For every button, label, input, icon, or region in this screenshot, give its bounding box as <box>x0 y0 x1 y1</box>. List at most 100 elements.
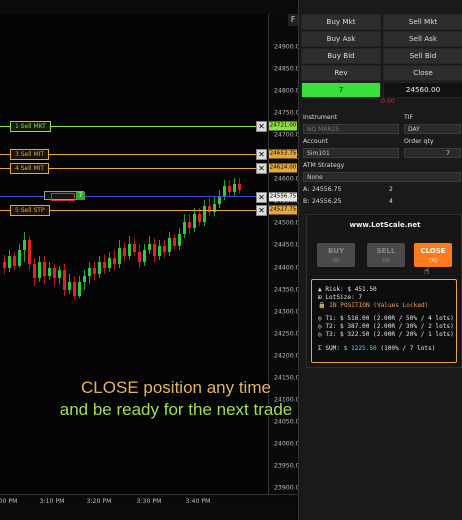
candle-body <box>223 186 226 196</box>
sell-ask-button[interactable]: Sell Ask <box>383 31 462 47</box>
caption-line-1: CLOSE position any time <box>81 378 271 397</box>
candle-body <box>33 264 36 278</box>
candle-body <box>73 282 76 296</box>
candle-body <box>218 196 221 204</box>
ask-label: A: <box>303 186 310 193</box>
price-chart[interactable] <box>0 14 268 494</box>
target-3: T3: $ 322.50 (2.00R / 20% / 1 lots) <box>325 331 454 338</box>
candle-body <box>38 262 41 278</box>
order-tag-sell-mkt[interactable]: 1 Sell MKT <box>10 121 51 132</box>
mouse-cursor-icon: ☝ <box>424 267 430 277</box>
order-price-tag: 24527.75 <box>269 205 297 215</box>
candle-body <box>108 258 111 268</box>
account-select[interactable]: Sim101 <box>303 148 399 158</box>
lotscale-close-button[interactable]: CLOSE (X) <box>414 243 452 267</box>
sum-icon: Σ <box>318 345 322 352</box>
position-pnl-box <box>51 193 75 201</box>
candle-body <box>188 222 191 228</box>
cancel-order-icon[interactable]: ✕ <box>256 163 267 174</box>
unrealized-pnl: 0.00 <box>381 98 395 105</box>
candle-body <box>153 244 156 256</box>
candle-body <box>58 270 61 278</box>
candle-body <box>3 262 6 268</box>
candle-body <box>98 262 101 274</box>
order-tag-sell-stp[interactable]: 5 Sell STP <box>10 205 50 216</box>
candle-body <box>133 244 136 252</box>
reverse-button[interactable]: Rev <box>301 65 381 81</box>
candle-body <box>238 184 241 190</box>
sum-label: SUM: <box>325 345 341 352</box>
candle-body <box>198 214 201 222</box>
candle-body <box>28 240 31 264</box>
buy-ask-button[interactable]: Buy Ask <box>301 31 381 47</box>
candle-body <box>113 258 116 264</box>
order-qty-label: Order qty <box>404 138 434 145</box>
time-tick-label: 3:10 PM <box>39 498 65 505</box>
candle-body <box>138 252 141 262</box>
candle-body <box>158 246 161 256</box>
lotsize-icon: ⊞ <box>318 294 322 301</box>
account-label: Account <box>303 138 328 145</box>
candle-body <box>178 234 181 246</box>
sum-detail: (100% / 7 lots) <box>380 345 436 352</box>
time-axis[interactable]: 3:00 PM 3:10 PM 3:20 PM 3:30 PM 3:40 PM <box>0 494 298 511</box>
close-position-icon[interactable]: ✕ <box>256 192 267 203</box>
buy-bid-button[interactable]: Buy Bid <box>301 48 381 64</box>
time-tick-label: 3:40 PM <box>185 498 211 505</box>
sell-mkt-button[interactable]: Sell Mkt <box>383 14 462 30</box>
sell-bid-button[interactable]: Sell Bid <box>383 48 462 64</box>
buy-button-label: BUY <box>327 247 345 255</box>
tif-select[interactable]: DAY <box>404 124 461 134</box>
candle-body <box>118 248 121 264</box>
candle-body <box>78 282 81 296</box>
close-button-shortcut: (X) <box>428 258 438 264</box>
tif-label: TIF <box>404 114 414 121</box>
candle-body <box>8 256 11 268</box>
candle-body <box>103 262 106 268</box>
candle-body <box>208 206 211 212</box>
close-button-label: CLOSE <box>420 247 446 255</box>
cancel-order-icon[interactable]: ✕ <box>256 205 267 216</box>
candle-body <box>43 262 46 276</box>
target-icon: ◎ <box>318 323 322 330</box>
candle-body <box>68 282 71 290</box>
sum-value: $ 1225.50 <box>343 345 377 352</box>
flatten-toggle-button[interactable]: F <box>288 14 298 26</box>
bid-size: 4 <box>389 198 393 205</box>
order-tag-sell-mit-3[interactable]: 3 Sell MIT <box>10 149 50 160</box>
order-tag-sell-mit-4[interactable]: 4 Sell MIT <box>10 163 50 174</box>
bid-label: B: <box>303 198 310 205</box>
buy-mkt-button[interactable]: Buy Mkt <box>301 14 381 30</box>
order-qty-stepper[interactable]: 7 <box>404 148 461 158</box>
caption-line-2: and be ready for the next trade <box>59 400 293 419</box>
sell-button-label: SELL <box>376 247 396 255</box>
target-2: T2: $ 387.00 (2.00R / 30% / 2 lots) <box>325 323 454 330</box>
cancel-order-icon[interactable]: ✕ <box>256 149 267 160</box>
target-icon: ◎ <box>318 331 322 338</box>
time-tick-label: 3:20 PM <box>86 498 112 505</box>
risk-value: Risk: $ 451.50 <box>325 286 377 293</box>
lock-icon: 🔒 <box>318 302 326 309</box>
instrument-field[interactable]: NQ MAR25 <box>303 124 399 134</box>
candle-body <box>53 268 56 278</box>
candle-body <box>228 186 231 192</box>
lotscale-buy-button[interactable]: BUY (B) <box>317 243 355 267</box>
order-price-tag: 24624.00 <box>269 163 297 173</box>
candle-body <box>193 214 196 228</box>
candle-body <box>93 268 96 274</box>
price-axis[interactable]: 24900.00 24850.00 24800.00 24750.00 24700.00… <box>268 14 304 494</box>
time-tick-label: 3:00 PM <box>0 498 18 505</box>
order-price-tag: 24653.75 <box>269 149 297 159</box>
lotscale-title: www.LotScale.net <box>349 221 421 229</box>
lotsize-value: LotSize: 7 <box>325 294 363 301</box>
position-marker[interactable]: 7 <box>44 191 85 201</box>
candlestick-series <box>3 178 241 300</box>
close-button[interactable]: Close <box>383 65 462 81</box>
candle-body <box>63 270 66 290</box>
atm-strategy-select[interactable]: None <box>303 172 461 182</box>
candle-body <box>183 222 186 234</box>
candle-body <box>88 268 91 276</box>
lotscale-sell-button[interactable]: SELL (S) <box>367 243 405 267</box>
cancel-order-icon[interactable]: ✕ <box>256 121 267 132</box>
position-info-box: ▲ Risk: $ 451.50 ⊞ LotSize: 7 🔒 IN POSIT… <box>311 279 457 363</box>
